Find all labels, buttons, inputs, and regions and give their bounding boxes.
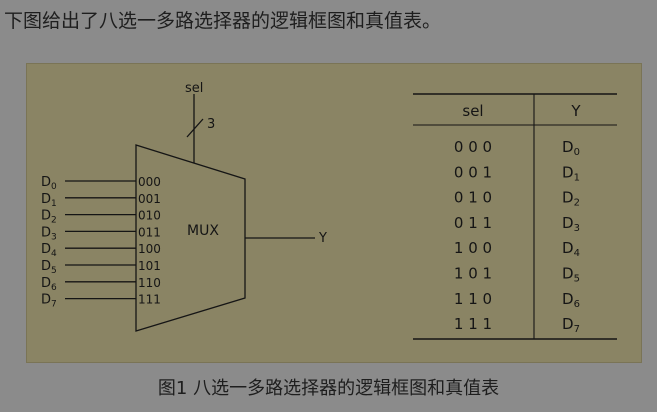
input-code-2: 010 xyxy=(138,209,161,223)
sel-bus-slash xyxy=(186,118,204,138)
mux-inputs: D0 000 D1 001 D2 010 D3 011 D4 100 D5 101 D6 110 D7 111 xyxy=(41,175,161,310)
input-code-6: 110 xyxy=(138,276,161,290)
table-cell-y-2: D2 xyxy=(562,189,580,209)
table-header-y: Y xyxy=(570,102,581,120)
table-cell-sel-5: 1 0 1 xyxy=(454,265,492,283)
input-label-0: D0 xyxy=(41,175,57,192)
input-code-7: 111 xyxy=(138,293,161,307)
table-cell-y-4: D4 xyxy=(562,239,580,259)
input-label-3: D3 xyxy=(41,225,57,242)
table-cell-y-0: D0 xyxy=(562,138,580,158)
table-cell-y-7: D7 xyxy=(562,315,580,335)
intro-text: 下图给出了八选一多路选择器的逻辑框图和真值表。 xyxy=(4,10,442,32)
figure-panel: MUX sel 3 Y D0 000 D1 001 D2 010 D3 011 D4 100 D5 1… xyxy=(26,63,642,363)
table-cell-y-6: D6 xyxy=(562,290,580,310)
table-cell-y-1: D1 xyxy=(562,163,580,183)
sel-width-label: 3 xyxy=(207,117,215,132)
input-code-3: 011 xyxy=(138,225,161,239)
sel-label: sel xyxy=(185,81,203,96)
mux-label: MUX xyxy=(187,223,219,239)
table-header-sel: sel xyxy=(462,102,483,120)
input-code-4: 100 xyxy=(138,242,161,256)
table-cell-sel-3: 0 1 1 xyxy=(454,214,492,232)
input-label-6: D6 xyxy=(41,276,57,293)
input-code-0: 000 xyxy=(138,175,161,189)
truth-table: sel Y 0 0 0 D0 0 0 1 D1 0 1 0 D2 0 1 1 D3 1 0 0 D… xyxy=(413,93,617,340)
table-cell-y-5: D5 xyxy=(562,265,580,285)
table-cell-sel-1: 0 0 1 xyxy=(454,163,492,181)
table-cell-sel-4: 1 0 0 xyxy=(454,239,492,257)
input-label-1: D1 xyxy=(41,192,57,209)
table-rows: 0 0 0 D0 0 0 1 D1 0 1 0 D2 0 1 1 D3 1 0 0 D4 1 0 1… xyxy=(454,138,580,335)
table-cell-y-3: D3 xyxy=(562,214,580,234)
table-cell-sel-7: 1 1 1 xyxy=(454,315,492,333)
input-label-4: D4 xyxy=(41,242,57,259)
input-code-1: 001 xyxy=(138,192,161,206)
table-cell-sel-0: 0 0 0 xyxy=(454,138,492,156)
figure-caption: 图1 八选一多路选择器的逻辑框图和真值表 xyxy=(157,378,500,399)
mux-diagram-svg: MUX sel 3 Y D0 000 D1 001 D2 010 D3 011 D4 100 D5 1… xyxy=(41,81,617,340)
input-label-5: D5 xyxy=(41,259,57,276)
input-label-2: D2 xyxy=(41,209,57,226)
input-code-5: 101 xyxy=(138,259,161,273)
input-label-7: D7 xyxy=(41,293,57,310)
table-cell-sel-6: 1 1 0 xyxy=(454,290,492,308)
output-label: Y xyxy=(318,231,327,246)
table-cell-sel-2: 0 1 0 xyxy=(454,189,492,207)
